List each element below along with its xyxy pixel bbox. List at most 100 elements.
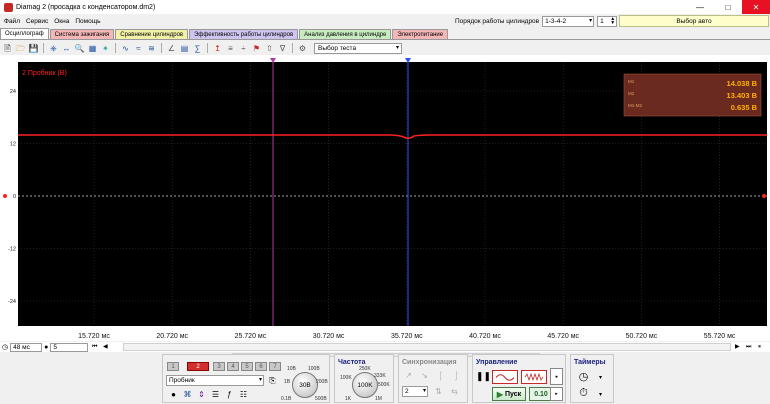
spectrum-icon[interactable]: ⌘ <box>182 389 193 400</box>
close-button[interactable]: ✕ <box>742 0 770 14</box>
x-tick-label: 40.720 мс <box>469 333 501 340</box>
sync-level-icon[interactable]: ⇅ <box>433 386 444 397</box>
voltage-knob[interactable]: 30В <box>292 372 318 398</box>
timer-clock-icon[interactable]: ◷ <box>577 370 590 383</box>
align-icon[interactable]: ≡ <box>225 43 236 54</box>
wave-stack-icon[interactable]: ≋ <box>146 43 157 54</box>
test-select-value: Выбор теста <box>318 44 357 52</box>
new-file-icon[interactable]: 🗎 <box>2 43 13 54</box>
scroll-end-icon[interactable]: ⏸ <box>758 342 761 352</box>
pause-icon[interactable]: ❚❚ <box>476 371 491 382</box>
scroll-first-icon[interactable]: ⏮ <box>92 342 97 352</box>
menu-windows[interactable]: Окна <box>51 18 72 25</box>
y-tick-label: -12 <box>8 247 16 253</box>
time-per-div-select[interactable]: 48 мс <box>10 342 43 352</box>
save-icon[interactable]: 💾 <box>28 43 39 54</box>
probe-settings-icon[interactable]: ⎘ <box>267 375 278 386</box>
time-scrollbar[interactable] <box>123 343 731 351</box>
function-icon[interactable]: ƒ <box>224 389 235 400</box>
sync-panel: Синхронизация ↗ ↘ ⌠ ⌡ 2 ▾ ⇅ ⇆ <box>398 354 468 403</box>
channel-button-1[interactable]: 1 <box>167 362 179 371</box>
tab-cylinder-compare[interactable]: Сравнение цилиндров <box>115 29 189 39</box>
start-button[interactable]: ▶ Пуск <box>492 387 526 401</box>
car-select-label: Выбор авто <box>676 17 712 25</box>
sync-edge-icon[interactable]: ⌡ <box>451 370 462 381</box>
cylinder-order-select[interactable]: 1-3-4-2 ▾ <box>542 15 595 27</box>
marker-icon[interactable]: ⇧ <box>264 43 275 54</box>
y-ticks: 24 12 0 -12 -24 <box>8 89 16 305</box>
mode-pulse-button[interactable] <box>521 370 547 384</box>
probe-select[interactable]: Пробник ▾ <box>166 375 264 386</box>
open-folder-icon[interactable]: 🗁 <box>15 43 26 54</box>
channel-button-4[interactable]: 4 <box>227 362 239 371</box>
car-select[interactable]: Выбор авто <box>619 15 769 27</box>
chevron-down-icon: ▾ <box>589 17 593 24</box>
chevron-down-icon[interactable]: ▾ <box>595 372 606 383</box>
frequency-knob-value: 100K <box>357 381 373 389</box>
count-select[interactable]: 5 <box>50 342 89 352</box>
color-icon[interactable]: ☷ <box>238 389 249 400</box>
maximize-button[interactable]: □ <box>714 0 742 14</box>
filter-icon[interactable]: ∇ <box>277 43 288 54</box>
tab-strip: Осциллограф Система зажигания Сравнение … <box>0 28 770 40</box>
sync-channel-select[interactable]: 2 ▾ <box>402 386 428 397</box>
calc-icon[interactable]: ∑ <box>192 43 203 54</box>
split-icon[interactable]: ÷ <box>238 43 249 54</box>
zero-marker-left[interactable] <box>3 194 7 198</box>
lines-icon[interactable]: ☰ <box>210 389 221 400</box>
grid-icon[interactable]: ▦ <box>87 43 98 54</box>
scroll-prev-icon[interactable]: ◀ <box>103 342 108 352</box>
tab-ignition[interactable]: Система зажигания <box>49 29 115 39</box>
chevron-down-icon[interactable]: ▾ <box>595 389 606 400</box>
invert-icon[interactable]: ● <box>168 389 179 400</box>
record-icon[interactable]: ⏺ <box>550 368 563 385</box>
sync-rise-icon[interactable]: ↗ <box>403 370 414 381</box>
offset-icon[interactable]: ⇕ <box>196 389 207 400</box>
headphones-icon[interactable]: ⎈ <box>48 43 59 54</box>
sync-mode-icon[interactable]: ⇆ <box>449 386 460 397</box>
tab-pressure-analysis[interactable]: Анализ давления в цилиндре <box>299 29 392 39</box>
chart-icon[interactable]: ▤ <box>179 43 190 54</box>
menu-service[interactable]: Сервис <box>23 18 51 25</box>
control-panel: Управление ❚❚ ⏺ ▶ Пуск 0.10 ▸ <box>472 354 566 403</box>
oscilloscope-svg[interactable]: 24 12 0 -12 -24 15.720 мс 20.720 мс 25.720 мс 3… <box>0 55 770 341</box>
timer-stopwatch-icon[interactable]: ⏱ <box>577 387 590 400</box>
test-icon: ⚙ <box>298 43 307 53</box>
tab-cylinder-efficiency[interactable]: Эффективность работы цилиндров <box>189 29 299 39</box>
scroll-next-icon[interactable]: ▶ <box>735 342 740 352</box>
zero-marker-right[interactable] <box>762 194 766 198</box>
menu-help[interactable]: Помощь <box>72 18 103 25</box>
channel-button-label: 5 <box>245 363 249 370</box>
minimize-button[interactable]: — <box>686 0 714 14</box>
wave-triple-icon[interactable]: ≈ <box>133 43 144 54</box>
test-select[interactable]: Выбор теста ▾ <box>314 42 402 54</box>
channel-button-5[interactable]: 5 <box>241 362 253 371</box>
readout-m2-label: M2 <box>628 91 635 96</box>
angle-icon[interactable]: ∠ <box>166 43 177 54</box>
mode-sine-button[interactable] <box>492 370 518 384</box>
step-icon[interactable]: ▸ <box>550 387 563 401</box>
tab-power-supply[interactable]: Электропитание <box>392 29 449 39</box>
zoom-icon[interactable]: 🔍 <box>74 43 85 54</box>
flag-icon[interactable]: ⚑ <box>251 43 262 54</box>
tab-label: Эффективность работы цилиндров <box>194 31 294 38</box>
scroll-last-icon[interactable]: ⏭ <box>746 342 751 352</box>
tab-oscilloscope[interactable]: Осциллограф <box>0 28 49 39</box>
sync-channel-value: 2 <box>405 388 409 395</box>
channel-button-6[interactable]: 6 <box>255 362 267 371</box>
cylinder-spinner[interactable]: 1 ▲ ▼ <box>597 15 618 27</box>
menu-file[interactable]: Файл <box>0 18 23 25</box>
toolbar-divider <box>115 43 116 53</box>
channel-button-3[interactable]: 3 <box>213 362 225 371</box>
cursor-icon[interactable]: ↥ <box>212 43 223 54</box>
sync-fall-icon[interactable]: ↘ <box>419 370 430 381</box>
wave-icon[interactable]: ∿ <box>120 43 131 54</box>
toolbar-divider <box>292 43 293 53</box>
fit-icon[interactable]: ↔ <box>61 43 72 54</box>
channel-button-7[interactable]: 7 <box>269 362 281 371</box>
crosshair-icon[interactable]: ✴ <box>100 43 111 54</box>
channel-button-2[interactable]: 2 <box>187 362 209 371</box>
knob-label: 200В <box>316 379 328 385</box>
sync-pulse-icon[interactable]: ⌠ <box>435 370 446 381</box>
oscilloscope-area[interactable]: 24 12 0 -12 -24 15.720 мс 20.720 мс 25.720 мс 3… <box>0 55 770 341</box>
